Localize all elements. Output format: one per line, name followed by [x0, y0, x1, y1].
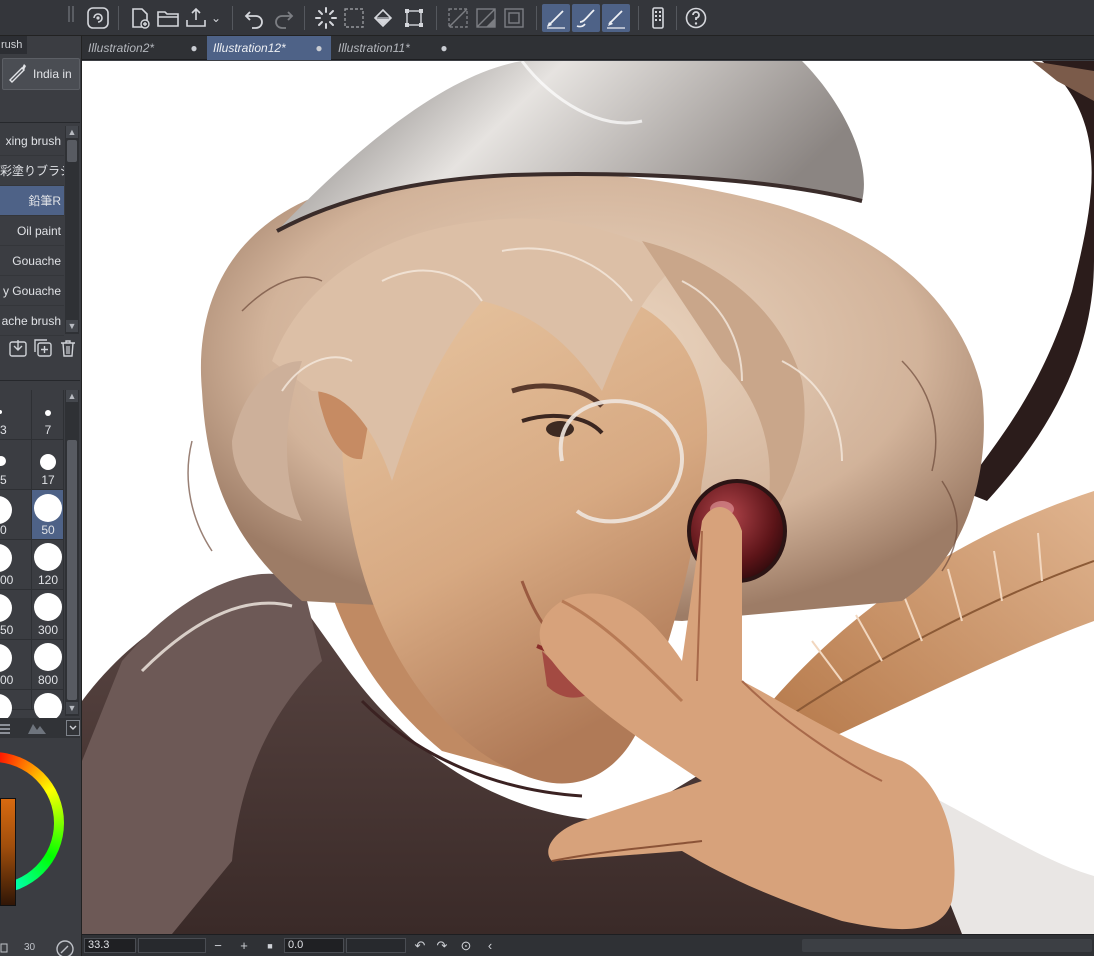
loading-spinner-icon[interactable]: [312, 4, 340, 32]
brush-size-cell[interactable]: [32, 690, 64, 721]
brush-size-cell[interactable]: 800: [32, 640, 64, 690]
document-tab-bar: Illustration2* ● Illustration12* ● Illus…: [82, 36, 1094, 60]
pen-nib-icon: [3, 61, 33, 88]
zoom-in-button[interactable]: +: [236, 937, 252, 955]
subtool-group-label: India in: [33, 67, 72, 81]
brush-size-cell[interactable]: 5: [0, 440, 32, 490]
scroll-down-icon[interactable]: ▼: [66, 320, 78, 332]
clip-studio-window: ⌄ rush India in xing brush 彩塗りブラ 鉛筆R Oil…: [0, 0, 1094, 956]
hide-selection-icon[interactable]: [444, 4, 472, 32]
rotate-left-icon[interactable]: ↶: [412, 937, 428, 955]
color-panel-tabs: [0, 718, 80, 738]
doc-tab-label: Illustration11*: [338, 41, 410, 55]
scroll-up-icon[interactable]: ▲: [66, 126, 78, 138]
ruler-icon[interactable]: [472, 4, 500, 32]
brush-size-cell[interactable]: 0: [0, 490, 32, 540]
color-mode-icon[interactable]: [0, 942, 14, 954]
rotation-input[interactable]: 0.0: [284, 938, 344, 953]
brush-size-grid: 3 7 5 17 0 50 00 120 50 300 00 800: [0, 390, 64, 722]
subtool-group-button[interactable]: India in: [2, 58, 80, 90]
brush-item-selected[interactable]: 鉛筆R: [0, 186, 64, 216]
chevron-down-icon[interactable]: ⌄: [208, 4, 224, 32]
brush-item[interactable]: xing brush: [0, 126, 64, 156]
scroll-up-icon[interactable]: ▲: [66, 390, 78, 402]
chevron-left-icon[interactable]: ‹: [482, 937, 498, 955]
doc-tab-active[interactable]: Illustration12*: [207, 36, 331, 60]
open-folder-icon[interactable]: [154, 4, 182, 32]
redo-icon[interactable]: [270, 4, 298, 32]
brush-tool-icon[interactable]: [572, 4, 600, 32]
scroll-down-icon[interactable]: ▼: [66, 702, 78, 714]
brush-size-cell[interactable]: 7: [32, 390, 64, 440]
brush-list-actions: [8, 338, 80, 360]
close-icon[interactable]: ●: [189, 36, 199, 60]
reset-rotation-icon[interactable]: ⊙: [458, 937, 474, 955]
undo-icon[interactable]: [240, 4, 268, 32]
doc-tab-label: Illustration2*: [88, 41, 155, 55]
drawing-canvas[interactable]: [82, 61, 1094, 934]
brush-item[interactable]: Oil paint: [0, 216, 64, 246]
saturation-value-square[interactable]: [0, 798, 16, 906]
clip-studio-logo-icon[interactable]: [84, 4, 112, 32]
subtool-group-row: India in: [0, 58, 80, 92]
border-icon[interactable]: [500, 4, 528, 32]
brush-list-scrollbar[interactable]: ▲ ▼: [65, 126, 79, 334]
scroll-thumb[interactable]: [67, 440, 77, 700]
zoom-slider[interactable]: [138, 938, 206, 953]
rotation-slider[interactable]: [346, 938, 406, 953]
zoom-input[interactable]: 33.3: [84, 938, 136, 953]
fill-bucket-icon[interactable]: [370, 4, 398, 32]
brush-size-cell[interactable]: 50: [0, 590, 32, 640]
export-icon[interactable]: [182, 4, 210, 32]
doc-tab[interactable]: Illustration11*: [332, 36, 456, 60]
rotate-right-icon[interactable]: ↷: [434, 937, 450, 955]
close-icon[interactable]: ●: [439, 36, 449, 60]
sub-tool-panel: rush India in xing brush 彩塗りブラシ 鉛筆R Oil …: [0, 36, 82, 956]
eyedropper-icon[interactable]: [56, 940, 74, 956]
brush-size-cell[interactable]: 00: [0, 640, 32, 690]
color-wheel[interactable]: [0, 740, 80, 940]
brush-item[interactable]: y Gouache: [0, 276, 64, 306]
close-icon[interactable]: ●: [314, 36, 324, 60]
brush-size-cell[interactable]: 17: [32, 440, 64, 490]
color-value-readout: 30: [24, 942, 36, 953]
brush-size-scrollbar[interactable]: ▲ ▼: [65, 390, 79, 716]
panel-tab-brush[interactable]: rush: [0, 36, 27, 54]
doc-tab[interactable]: Illustration2*: [82, 36, 206, 60]
help-icon[interactable]: [682, 4, 710, 32]
brush-size-cell[interactable]: [0, 690, 32, 722]
brush-size-cell[interactable]: 300: [32, 590, 64, 640]
duplicate-icon[interactable]: [33, 338, 53, 358]
selection-icon[interactable]: [340, 4, 368, 32]
brush-size-cell[interactable]: 120: [32, 540, 64, 590]
status-bar: 33.3 − + ■ 0.0 ↶ ↷ ⊙ ‹: [82, 934, 1094, 956]
toolbar-grip[interactable]: [68, 6, 74, 22]
eraser-tool-icon[interactable]: [602, 4, 630, 32]
zoom-out-button[interactable]: −: [210, 937, 226, 955]
brush-item[interactable]: ache brush: [0, 306, 64, 336]
transform-icon[interactable]: [400, 4, 428, 32]
brush-size-cell[interactable]: 3: [0, 390, 32, 440]
brush-item[interactable]: 彩塗りブラシ: [0, 156, 64, 186]
brush-list: xing brush 彩塗りブラシ 鉛筆R Oil paint Gouache …: [0, 126, 64, 336]
scroll-thumb[interactable]: [67, 140, 77, 162]
horizontal-scrollbar[interactable]: [802, 939, 1092, 952]
doc-tab-label: Illustration12*: [213, 41, 286, 55]
brush-item[interactable]: Gouache: [0, 246, 64, 276]
brush-size-cell[interactable]: 00: [0, 540, 32, 590]
smartphone-icon[interactable]: [644, 4, 672, 32]
pen-tool-icon[interactable]: [542, 4, 570, 32]
fit-button[interactable]: ■: [262, 937, 278, 955]
brush-size-cell-selected[interactable]: 50: [32, 490, 64, 540]
color-tab-mixing-icon[interactable]: [26, 720, 48, 736]
chevron-down-icon[interactable]: [66, 720, 80, 736]
color-tab-list-icon[interactable]: [0, 720, 14, 736]
illustration-artwork: [82, 61, 1094, 934]
trash-icon[interactable]: [58, 338, 78, 358]
color-footer: 30: [0, 940, 80, 956]
new-canvas-icon[interactable]: [126, 4, 154, 32]
command-bar: ⌄: [0, 0, 1094, 36]
import-icon[interactable]: [8, 338, 28, 358]
